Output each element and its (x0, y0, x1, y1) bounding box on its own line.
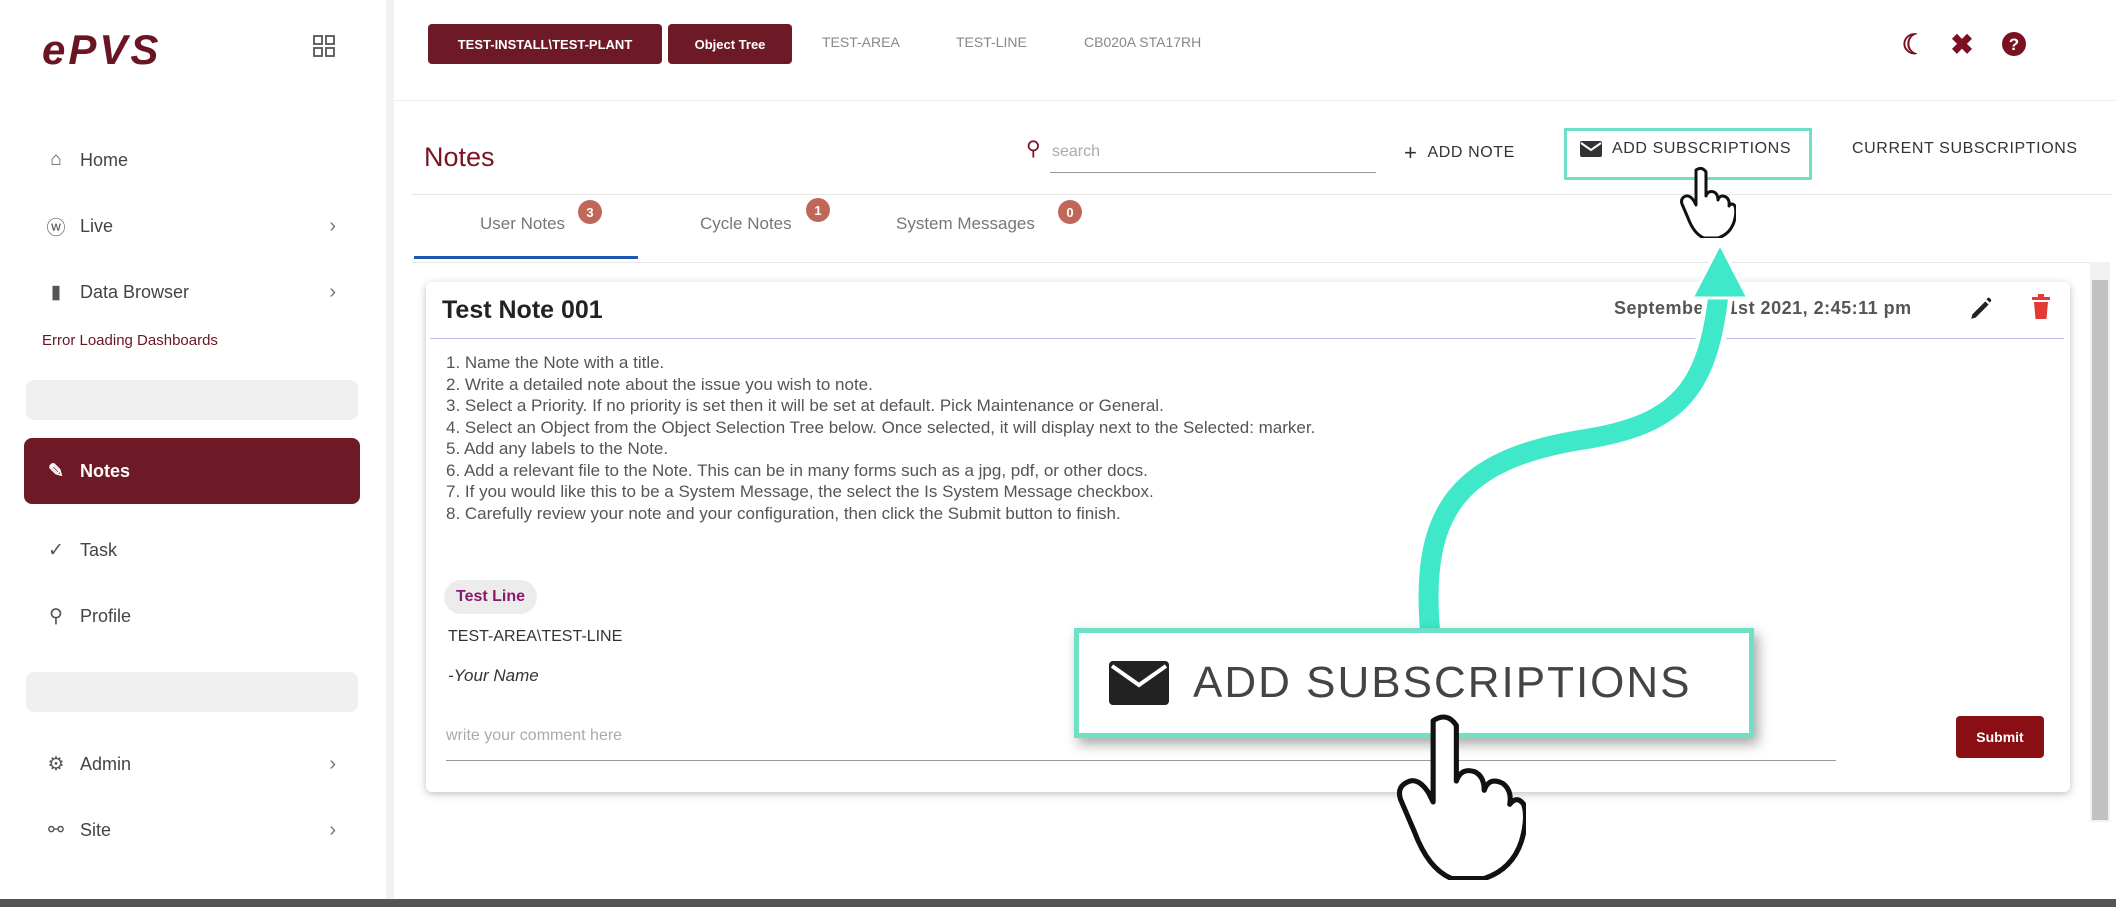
sidebar-item-site[interactable]: ⚯ Site › (24, 802, 360, 858)
sidebar-item-label: Data Browser (80, 281, 190, 302)
sidebar-item-notes[interactable]: ✎ Notes (24, 438, 360, 504)
note-line: 2. Write a detailed note about the issue… (446, 374, 873, 394)
note-line: 8. Carefully review your note and your c… (446, 503, 1121, 523)
add-subscriptions-label: ADD SUBSCRIPTIONS (1612, 140, 1792, 157)
moon-icon[interactable]: ☾ (1896, 26, 1932, 62)
sidebar-item-home[interactable]: ⌂ Home (24, 132, 360, 188)
pointer-hand-large-icon (1396, 714, 1526, 880)
tabs-divider (412, 262, 2092, 263)
edit-icon: ✎ (48, 460, 64, 482)
sidebar-item-live[interactable]: ⓦ Live › (24, 198, 360, 254)
sidebar-item-admin[interactable]: ⚙ Admin › (24, 736, 360, 792)
sidebar-item-data-browser[interactable]: ▮ Data Browser › (24, 264, 360, 320)
help-icon[interactable]: ? (1996, 26, 2032, 62)
breadcrumb-line[interactable]: TEST-LINE (956, 34, 1027, 50)
cycle-notes-count-badge: 1 (806, 198, 830, 222)
submit-button[interactable]: Submit (1956, 716, 2044, 758)
edit-pencil-icon[interactable] (1968, 296, 1994, 322)
sidebar-item-profile[interactable]: ⚲ Profile (24, 588, 360, 644)
breadcrumb-object-tree[interactable]: Object Tree (668, 24, 792, 64)
error-loading-dashboards: Error Loading Dashboards (42, 332, 218, 349)
chevron-right-icon: › (329, 818, 336, 841)
gear-icon: ⚙ (47, 753, 65, 775)
plus-icon: + (1404, 140, 1418, 165)
note-title: Test Note 001 (442, 296, 603, 324)
mail-icon (1580, 141, 1602, 157)
note-line: 4. Select an Object from the Object Sele… (446, 417, 1316, 437)
breadcrumb-station[interactable]: CB020A STA17RH (1084, 34, 1201, 50)
breadcrumb-area[interactable]: TEST-AREA (822, 34, 900, 50)
tab-user-notes[interactable]: User Notes (480, 214, 565, 234)
sidebar-divider-block (26, 380, 358, 420)
current-subscriptions-button[interactable]: CURRENT SUBSCRIPTIONS (1852, 140, 2078, 158)
note-body: 1. Name the Note with a title. 2. Write … (446, 352, 1315, 524)
share-icon: ⚯ (48, 819, 64, 841)
sidebar-item-label: Notes (80, 460, 131, 481)
sidebar-item-label: Profile (80, 605, 132, 626)
note-line: 1. Name the Note with a title. (446, 353, 665, 372)
user-notes-count-badge: 3 (578, 200, 602, 224)
add-note-button[interactable]: + ADD NOTE (1404, 140, 1515, 166)
apps-grid-icon[interactable] (312, 34, 336, 58)
sidebar-item-label: Site (80, 819, 112, 840)
note-object-path: TEST-AREA\TEST-LINE (448, 628, 623, 645)
sidebar-item-label: Live (80, 215, 114, 236)
page-title: Notes (424, 142, 495, 172)
chevron-right-icon: › (329, 214, 336, 237)
wifi-icon: ⓦ (46, 217, 66, 239)
search-input[interactable] (1050, 132, 1376, 173)
note-line: 5. Add any labels to the Note. (446, 439, 669, 458)
bar-chart-icon: ▮ (50, 281, 62, 303)
sidebar-item-label: Task (80, 539, 118, 560)
scrollbar-thumb[interactable] (2092, 280, 2108, 820)
fullscreen-icon[interactable]: ✖ (1944, 26, 1980, 62)
active-tab-indicator (414, 256, 638, 259)
note-line: 7. If you would like this to be a System… (446, 482, 1154, 501)
callout-arrow (1413, 240, 1751, 640)
sidebar-item-label: Home (80, 149, 129, 170)
home-icon: ⌂ (50, 149, 62, 170)
add-subscriptions-button[interactable]: ADD SUBSCRIPTIONS (1580, 140, 1791, 158)
mail-icon (1109, 661, 1169, 705)
note-line: 6. Add a relevant file to the Note. This… (446, 460, 1148, 480)
add-note-label: ADD NOTE (1427, 144, 1515, 161)
pointer-hand-icon (1680, 166, 1736, 238)
sidebar-item-task[interactable]: ✓ Task (24, 522, 360, 578)
user-icon: ⚲ (49, 605, 63, 627)
note-label-chip[interactable]: Test Line (444, 580, 538, 614)
tab-system-messages[interactable]: System Messages (896, 214, 1035, 234)
window-bottom-border (0, 899, 2116, 907)
sidebar-divider (386, 0, 394, 907)
sidebar: ePVS ⌂ Home ⓦ Live › ▮ Data Browser › Er… (0, 0, 386, 907)
system-messages-count-badge: 0 (1058, 200, 1082, 224)
note-signature: -Your Name (448, 666, 539, 685)
app-logo: ePVS (42, 26, 162, 73)
tab-cycle-notes[interactable]: Cycle Notes (700, 214, 792, 234)
header-divider (412, 194, 2112, 195)
check-circle-icon: ✓ (48, 539, 64, 561)
search-icon: ⚲ (1026, 138, 1041, 160)
breadcrumb-install-plant[interactable]: TEST-INSTALL\TEST-PLANT (428, 24, 662, 64)
chevron-right-icon: › (329, 280, 336, 303)
svg-text:?: ? (2009, 35, 2019, 54)
sidebar-item-label: Admin (80, 753, 132, 774)
delete-trash-icon[interactable] (2030, 294, 2052, 320)
chevron-right-icon: › (329, 752, 336, 775)
sidebar-divider-block (26, 672, 358, 712)
note-line: 3. Select a Priority. If no priority is … (446, 396, 1164, 415)
callout-label: ADD SUBSCRIPTIONS (1193, 658, 1692, 707)
